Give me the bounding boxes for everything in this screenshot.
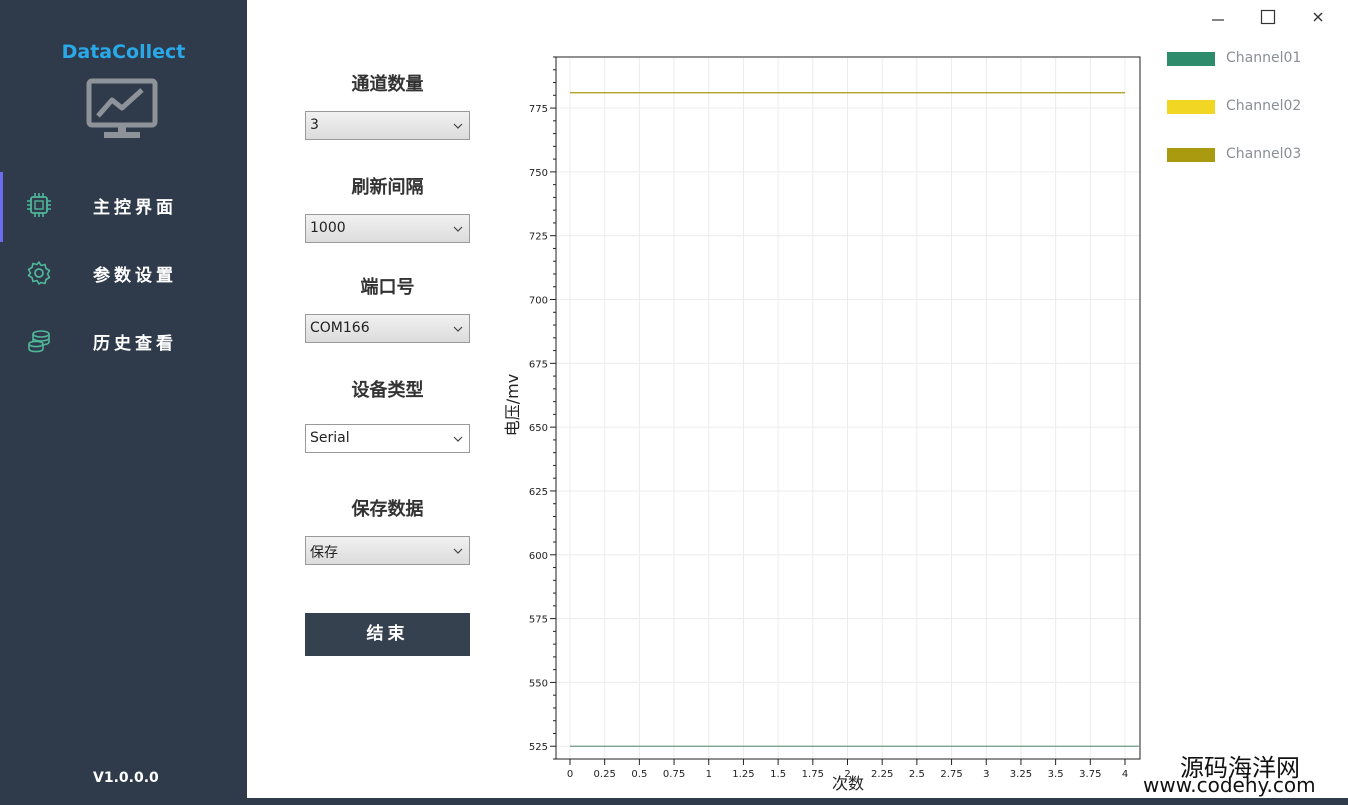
close-button[interactable] [1305, 4, 1331, 30]
port-value: COM166 [310, 320, 370, 336]
port-label: 端口号 [360, 277, 415, 298]
port-select[interactable]: COM166 [305, 314, 470, 343]
y-tick-label: 575 [529, 615, 548, 626]
chart-axes: 0 0.25 0.5 0.75 1 1.25 1.5 1.75 2 2.25 2.5 2.75 3 3.2… [529, 56, 1128, 780]
x-tick-label: 2.75 [940, 769, 962, 780]
y-tick-label: 650 [529, 423, 548, 434]
x-axis-label: 次数 [832, 774, 864, 793]
sidebar-item-label: 历史查看 [93, 334, 177, 354]
legend-swatch [1167, 148, 1215, 162]
close-icon [1313, 12, 1323, 22]
y-tick-label: 600 [529, 551, 548, 562]
sidebar-item-label: 主控界面 [93, 198, 177, 218]
minimize-icon [1212, 19, 1224, 21]
y-tick-label: 775 [529, 104, 548, 115]
minimize-button[interactable] [1205, 4, 1231, 30]
y-tick-label: 700 [529, 296, 548, 307]
database-icon [28, 330, 50, 353]
chevron-down-icon [453, 326, 463, 332]
chip-icon [27, 193, 51, 217]
y-tick-label: 750 [529, 168, 548, 179]
save-data-select[interactable]: 保存 [305, 536, 470, 565]
x-tick-label: 2.5 [909, 769, 925, 780]
legend-item-channel02[interactable]: Channel02 [1167, 97, 1327, 117]
x-tick-label: 2.25 [871, 769, 893, 780]
save-data-label: 保存数据 [351, 499, 424, 520]
x-tick-label: 1.5 [770, 769, 786, 780]
x-tick-label: 1.25 [732, 769, 754, 780]
app-title: DataCollect [61, 41, 186, 63]
sidebar-item-history[interactable]: 历史查看 [0, 308, 247, 368]
chevron-down-icon [453, 123, 463, 129]
sidebar-item-main[interactable]: 主控界面 [0, 172, 247, 242]
gear-icon [27, 261, 51, 285]
x-tick-label: 3.5 [1048, 769, 1064, 780]
legend-item-channel03[interactable]: Channel03 [1167, 145, 1327, 165]
device-type-value: Serial [310, 430, 350, 446]
legend-item-channel01[interactable]: Channel01 [1167, 49, 1327, 69]
legend-swatch [1167, 100, 1215, 114]
x-tick-label: 0.5 [631, 769, 647, 780]
voltage-chart: 0 0.25 0.5 0.75 1 1.25 1.5 1.75 2 2.25 2.5 2.75 3 3.2… [503, 56, 1141, 793]
x-tick-label: 3 [983, 769, 989, 780]
chevron-down-icon [453, 548, 463, 554]
y-tick-label: 625 [529, 487, 548, 498]
device-type-select[interactable]: Serial [305, 424, 470, 453]
channel-count-value: 3 [310, 117, 319, 133]
legend-swatch [1167, 52, 1215, 66]
maximize-icon [1260, 9, 1276, 25]
y-tick-label: 525 [529, 742, 548, 753]
chevron-down-icon [453, 436, 463, 442]
sidebar-item-settings[interactable]: 参数设置 [0, 240, 247, 300]
sidebar-item-label: 参数设置 [93, 266, 177, 286]
maximize-button[interactable] [1255, 4, 1281, 30]
y-tick-label: 675 [529, 359, 548, 370]
x-tick-label: 0 [567, 769, 573, 780]
y-tick-label: 550 [529, 678, 548, 689]
legend-label: Channel03 [1226, 146, 1302, 162]
x-tick-label: 1.75 [802, 769, 824, 780]
x-tick-label: 4 [1122, 769, 1128, 780]
chevron-down-icon [453, 226, 463, 232]
channel-count-select[interactable]: 3 [305, 111, 470, 140]
watermark-url: www.codehy.com [1143, 773, 1316, 797]
x-tick-label: 0.25 [594, 769, 616, 780]
save-data-value: 保存 [310, 545, 338, 561]
refresh-interval-label: 刷新间隔 [351, 177, 424, 198]
refresh-interval-value: 1000 [310, 220, 346, 236]
refresh-interval-select[interactable]: 1000 [305, 214, 470, 243]
chart-series [570, 92, 1139, 747]
sidebar: DataCollect 主控界面 参数设置 历史查看 V1.0.0.0 [0, 0, 247, 805]
monitor-chart-icon [86, 78, 158, 138]
x-tick-label: 3.25 [1010, 769, 1032, 780]
legend-label: Channel01 [1226, 50, 1302, 66]
x-tick-label: 3.75 [1079, 769, 1101, 780]
legend-label: Channel02 [1226, 98, 1302, 114]
device-type-label: 设备类型 [351, 380, 424, 401]
x-tick-label: 0.75 [663, 769, 685, 780]
y-axis-label: 电压/mv [503, 374, 522, 436]
x-tick-label: 1 [706, 769, 712, 780]
stop-button[interactable]: 结束 [305, 613, 470, 656]
chart-grid [556, 57, 1140, 759]
version-label: V1.0.0.0 [93, 770, 159, 786]
y-tick-label: 725 [529, 232, 548, 243]
channel-count-label: 通道数量 [351, 74, 424, 95]
